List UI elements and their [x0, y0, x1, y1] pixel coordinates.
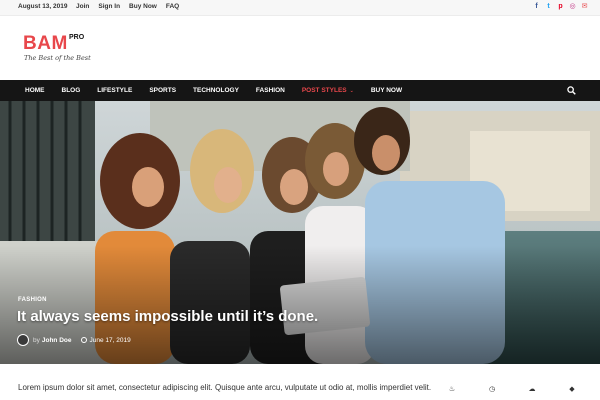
pinterest-icon[interactable]: p — [557, 3, 564, 11]
main-navigation: HOME BLOG LIFESTYLE SPORTS TECHNOLOGY FA… — [0, 80, 600, 101]
site-tagline: The Best of the Best — [24, 54, 91, 62]
site-logo[interactable]: BAM — [23, 33, 68, 55]
clock-icon — [80, 337, 87, 343]
social-links: f t p ◎ ✉ — [533, 3, 588, 11]
join-link[interactable]: Join — [76, 3, 89, 10]
current-date: August 13, 2019 — [18, 3, 68, 10]
sign-in-link[interactable]: Sign In — [98, 3, 120, 10]
buy-now-link[interactable]: Buy Now — [129, 3, 157, 10]
site-header: BAM PRO The Best of the Best — [0, 16, 600, 80]
tab-recent[interactable]: ◷ — [472, 385, 512, 400]
avatar — [17, 334, 29, 346]
featured-post[interactable]: FASHION It always seems impossible until… — [0, 101, 600, 364]
tab-comments[interactable]: ☁ — [512, 385, 552, 400]
tab-popular[interactable]: ♨ — [432, 385, 472, 400]
search-icon[interactable] — [567, 86, 576, 95]
logo-pro-badge: PRO — [69, 34, 85, 41]
nav-item-buy-now[interactable]: BUY NOW — [371, 87, 402, 94]
post-meta: by John Doe June 17, 2019 — [17, 334, 131, 346]
tag-icon: ◆ — [569, 386, 575, 393]
post-category[interactable]: FASHION — [18, 297, 47, 303]
sidebar-tabs: ♨ ◷ ☁ ◆ — [432, 385, 592, 400]
twitter-icon[interactable]: t — [545, 3, 552, 11]
top-bar: August 13, 2019 Join Sign In Buy Now FAQ… — [0, 0, 600, 16]
flame-icon: ♨ — [448, 386, 456, 393]
comments-icon: ☁ — [528, 386, 536, 393]
nav-item-lifestyle[interactable]: LIFESTYLE — [97, 87, 132, 94]
nav-item-blog[interactable]: BLOG — [62, 87, 81, 94]
facebook-icon[interactable]: f — [533, 3, 540, 11]
by-label: by — [33, 336, 40, 344]
nav-item-sports[interactable]: SPORTS — [149, 87, 176, 94]
post-date: June 17, 2019 — [89, 336, 131, 344]
author-link[interactable]: John Doe — [42, 337, 72, 344]
nav-item-post-styles[interactable]: POST STYLES ⌄ — [302, 87, 354, 94]
post-title[interactable]: It always seems impossible until it’s do… — [17, 308, 318, 325]
clock-icon: ◷ — [488, 386, 496, 393]
tab-tags[interactable]: ◆ — [552, 385, 592, 400]
chevron-down-icon: ⌄ — [349, 88, 354, 94]
email-icon[interactable]: ✉ — [581, 3, 588, 11]
faq-link[interactable]: FAQ — [166, 3, 179, 10]
instagram-icon[interactable]: ◎ — [569, 3, 576, 11]
nav-item-home[interactable]: HOME — [25, 87, 45, 94]
top-links: Join Sign In Buy Now FAQ — [76, 3, 188, 10]
post-excerpt: Lorem ipsum dolor sit amet, consectetur … — [18, 383, 432, 392]
nav-item-post-styles-label: POST STYLES — [301, 87, 347, 94]
nav-item-fashion[interactable]: FASHION — [256, 87, 285, 94]
nav-item-technology[interactable]: TECHNOLOGY — [193, 87, 239, 94]
